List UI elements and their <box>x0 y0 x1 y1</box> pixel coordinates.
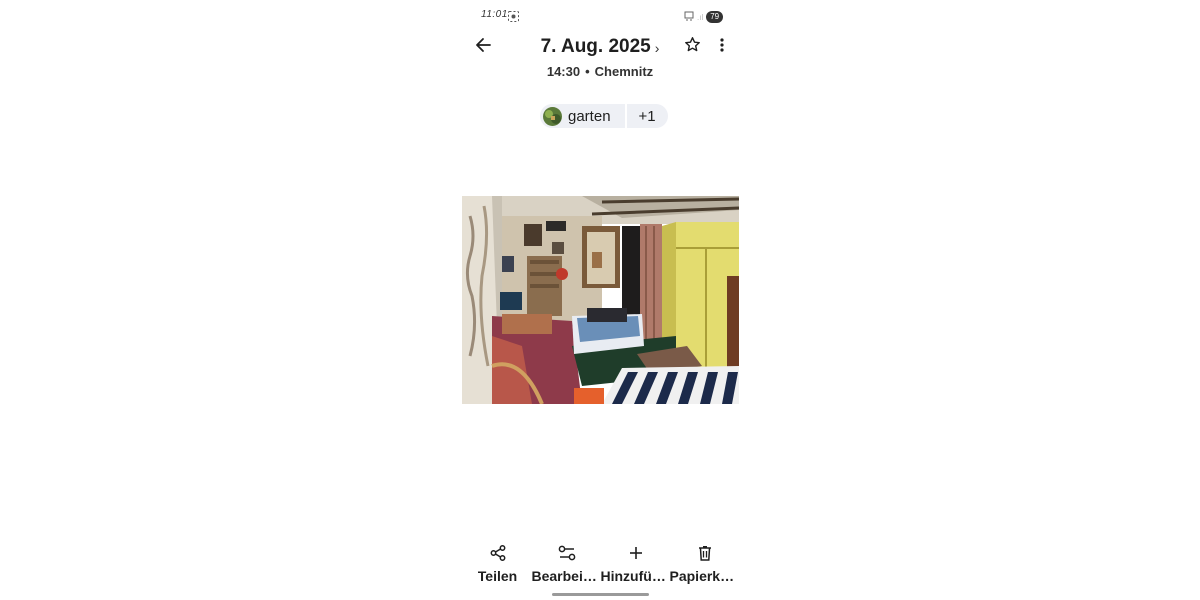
more-people-count: +1 <box>638 107 656 125</box>
photo-image <box>462 196 739 404</box>
add-icon <box>626 543 646 563</box>
photo-info-header: 7. Aug. 2025 › 14:30 • Chemnitz <box>500 36 700 79</box>
photo-viewer[interactable] <box>462 196 739 404</box>
edit-button[interactable]: Bearbeiten <box>531 543 602 584</box>
date-title-button[interactable]: 7. Aug. 2025 › <box>500 36 700 58</box>
home-indicator[interactable] <box>552 593 649 596</box>
battery-icon: 79 <box>706 11 724 23</box>
notification-icon <box>684 8 694 26</box>
more-people-chip[interactable]: +1 <box>626 104 668 128</box>
person-chip-garten[interactable]: garten <box>540 104 625 128</box>
trash-button[interactable]: Papierkorb <box>669 543 740 584</box>
share-label: Teilen <box>477 568 518 584</box>
person-chip-label: garten <box>568 107 611 125</box>
status-time: 11:01 <box>481 9 508 20</box>
screenshot-icon <box>508 9 519 27</box>
people-chips: garten +1 <box>540 104 668 128</box>
edit-label: Bearbeiten <box>531 568 602 584</box>
share-icon <box>488 543 508 563</box>
more-vert-icon <box>720 37 724 57</box>
action-bar: Teilen Bearbeiten Hinzufüg... Papierkorb <box>463 543 740 584</box>
photo-subtitle: 14:30 • Chemnitz <box>500 64 700 79</box>
status-icons: .ıl 79 <box>684 8 724 26</box>
signal-icon: .ıl <box>697 12 704 22</box>
separator-dot: • <box>585 64 590 79</box>
photo-location: Chemnitz <box>594 64 654 79</box>
more-options-button[interactable] <box>712 36 732 58</box>
trash-icon <box>695 543 715 563</box>
back-arrow-icon <box>475 37 491 58</box>
favorite-button[interactable] <box>681 36 703 58</box>
trash-label: Papierkorb <box>669 568 740 584</box>
add-to-button[interactable]: Hinzufüg... <box>600 543 671 584</box>
photo-time: 14:30 <box>546 64 581 79</box>
edit-tune-icon <box>557 543 577 563</box>
page-title: 7. Aug. 2025 <box>540 36 651 57</box>
back-button[interactable] <box>472 36 494 58</box>
add-to-label: Hinzufüg... <box>600 568 671 584</box>
star-icon <box>684 36 701 58</box>
chevron-right-icon: › <box>654 40 660 56</box>
share-button[interactable]: Teilen <box>463 543 532 584</box>
avatar <box>543 106 562 126</box>
